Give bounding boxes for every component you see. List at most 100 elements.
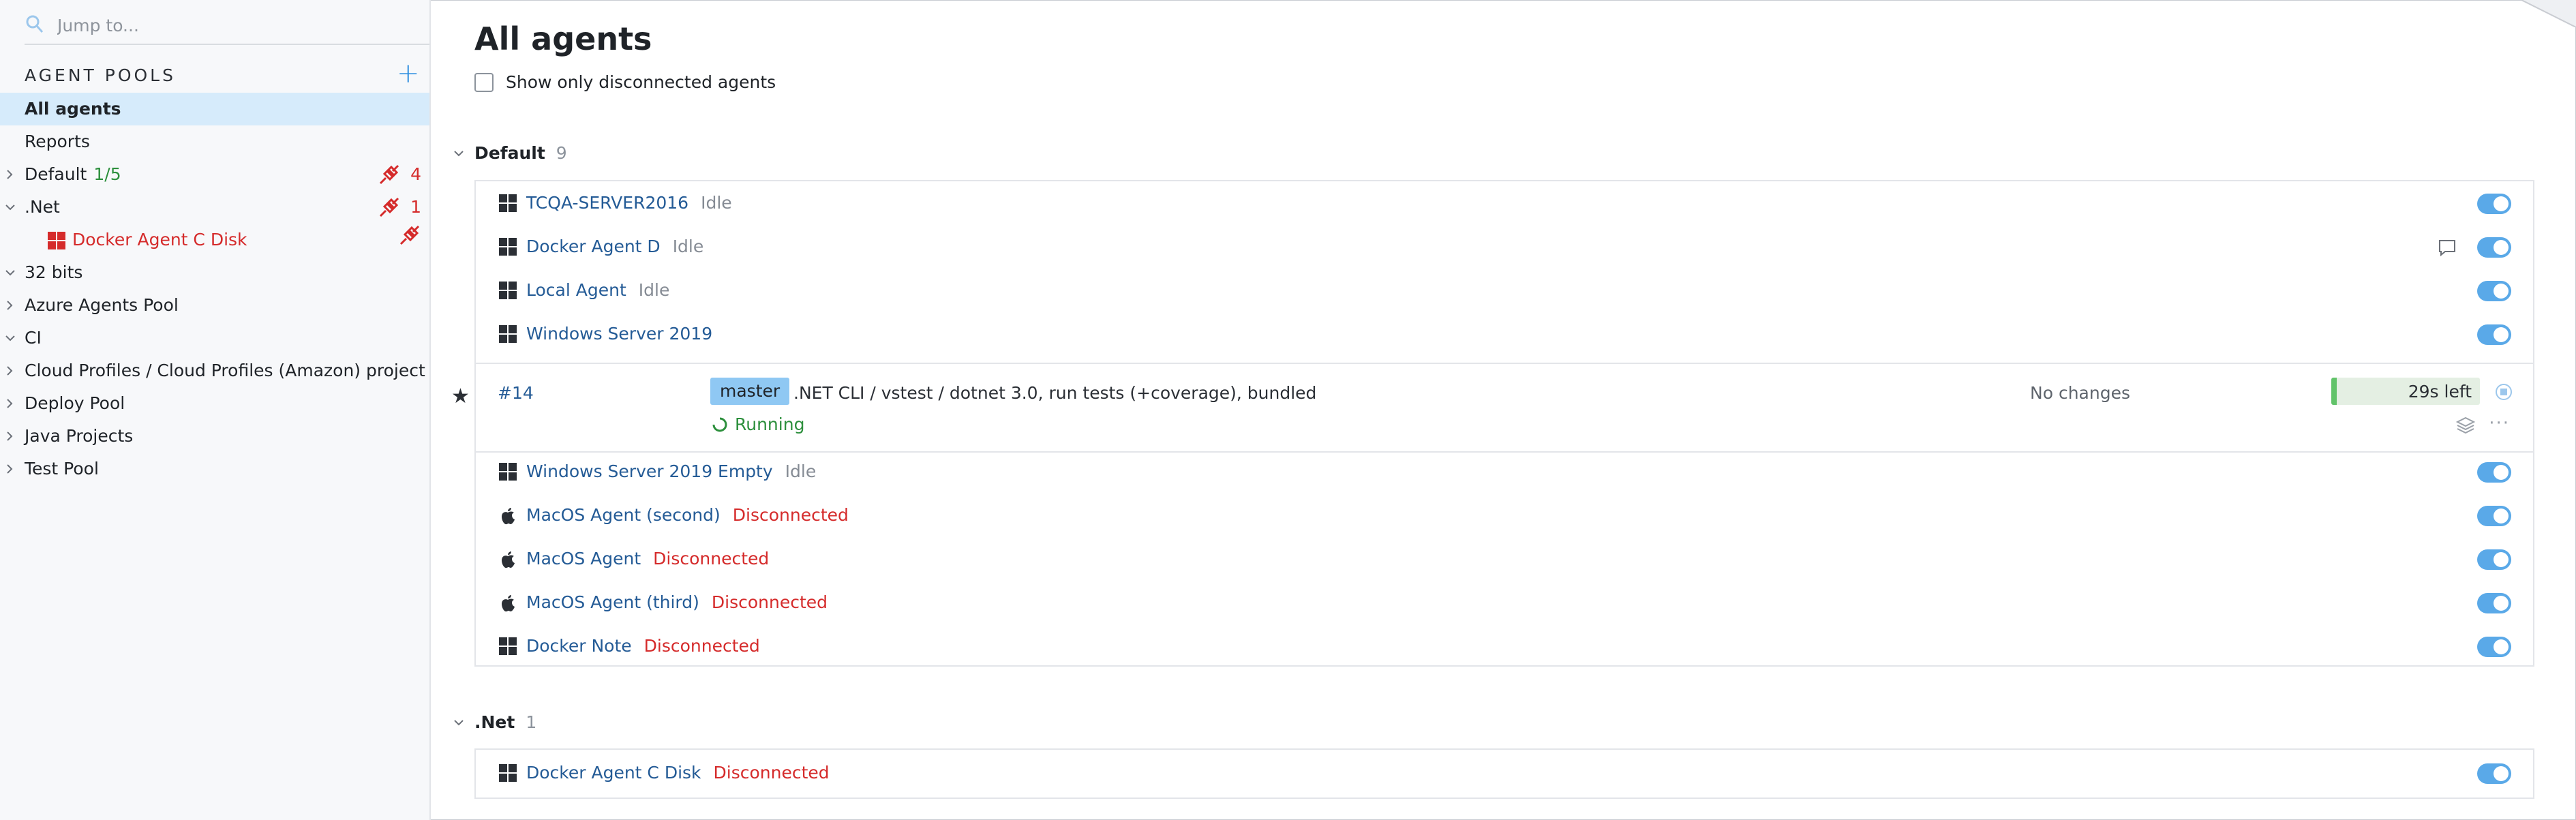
disconnected-filter[interactable]: Show only disconnected agents [474,72,776,92]
agent-status: Idle [701,193,732,213]
disconnected-count: 1 [410,197,421,217]
plug-disconnected-icon [380,197,399,217]
build-progress: 29s left [2331,378,2480,405]
star-icon[interactable]: ★ [451,384,470,408]
stop-build-icon[interactable] [2495,383,2513,401]
build-configuration-link[interactable]: .NET CLI / vstest / dotnet 3.0, run test… [793,383,1316,403]
sidebar-item-label: Deploy Pool [25,393,125,413]
chevron-right-icon[interactable] [4,420,16,453]
agent-name-link[interactable]: MacOS Agent [526,549,641,568]
disconnected-filter-checkbox[interactable] [474,72,494,92]
agent-status: Disconnected [653,549,770,568]
agent-row: MacOS Agent (third) Disconnected [476,581,2533,624]
agent-status: Disconnected [643,636,760,656]
connected-count: 1/5 [93,164,121,184]
build-status-text: Running [735,414,805,434]
agent-status: Idle [785,461,817,481]
layers-icon[interactable] [2455,416,2476,434]
windows-icon [499,194,517,212]
comment-icon[interactable] [2438,239,2457,256]
build-number-link[interactable]: #14 [498,383,534,403]
sidebar-item-test-pool[interactable]: Test Pool [0,453,429,485]
spinner-icon [712,417,727,431]
add-pool-button[interactable]: + [397,60,420,87]
sidebar-item-java-projects[interactable]: Java Projects [0,420,429,453]
agent-name-link[interactable]: Windows Server 2019 [526,324,712,344]
agent-enabled-toggle[interactable] [2477,593,2511,613]
chevron-down-icon[interactable] [4,191,16,224]
sidebar-item-label: All agents [25,99,121,119]
chevron-down-icon[interactable] [4,256,16,289]
apple-icon [502,551,515,568]
agent-name-link[interactable]: Docker Agent C Disk [526,763,701,783]
sidebar-item-label: CI [25,328,42,348]
section-header-default[interactable]: Default 9 [453,143,567,163]
sidebar-item-all-agents[interactable]: All agents [0,93,429,125]
agent-row: Docker Agent C Disk Disconnected [476,751,2533,795]
agent-row: Windows Server 2019 [476,312,2533,356]
chevron-down-icon[interactable] [453,147,465,160]
section-name: Default [474,143,545,163]
section-count: 1 [526,712,537,732]
corner-fold-icon [2521,0,2576,27]
page-title: All agents [474,20,652,57]
sidebar-item-cloud-profiles[interactable]: Cloud Profiles / Cloud Profiles (Amazon)… [0,354,429,387]
jump-to-input[interactable] [56,11,413,40]
sidebar-item-azure-agents-pool[interactable]: Azure Agents Pool [0,289,429,322]
agent-enabled-toggle[interactable] [2477,462,2511,483]
agent-enabled-toggle[interactable] [2477,194,2511,214]
sidebar-item-label: Java Projects [25,426,134,446]
disconnected-indicator: 1 [378,191,421,224]
sidebar-item-label: Reports [25,132,90,151]
section-header-dotnet[interactable]: .Net 1 [453,712,536,732]
agent-name-link[interactable]: Docker Note [526,636,632,656]
sidebar-item-32-bits[interactable]: 32 bits [0,256,429,289]
disconnected-indicator [398,224,421,247]
agent-name-link[interactable]: Local Agent [526,280,626,300]
agent-list-default: TCQA-SERVER2016 Idle Docker Agent D Idle L… [451,180,2534,667]
build-changes[interactable]: No changes [2030,383,2130,403]
chevron-right-icon[interactable] [4,158,16,191]
section-count: 9 [556,143,567,163]
sidebar-item-deploy-pool[interactable]: Deploy Pool [0,387,429,420]
agent-enabled-toggle[interactable] [2477,281,2511,301]
apple-icon [502,508,515,525]
chevron-right-icon[interactable] [4,453,16,485]
section-name: .Net [474,712,515,732]
windows-icon [499,282,517,299]
chevron-right-icon[interactable] [4,387,16,420]
agent-enabled-toggle[interactable] [2477,763,2511,784]
agent-row: MacOS Agent Disconnected [476,537,2533,581]
agent-name-link[interactable]: MacOS Agent (second) [526,505,721,525]
agent-row: MacOS Agent (second) Disconnected [476,493,2533,537]
sidebar-item-default[interactable]: Default 1/5 4 [0,158,429,191]
agent-name-link[interactable]: TCQA-SERVER2016 [526,193,688,213]
chevron-down-icon[interactable] [453,716,465,729]
chevron-down-icon[interactable] [4,322,16,354]
build-status: Running [712,414,804,434]
agent-name-link[interactable]: MacOS Agent (third) [526,592,699,612]
agent-enabled-toggle[interactable] [2477,324,2511,345]
agent-name-link[interactable]: Docker Agent D [526,237,661,256]
sidebar-item-label: Cloud Profiles / Cloud Profiles (Amazon)… [25,361,425,380]
sidebar-item-ci[interactable]: CI [0,322,429,354]
agent-enabled-toggle[interactable] [2477,549,2511,570]
windows-icon [48,232,65,249]
agent-status: Disconnected [713,763,830,783]
sidebar-item-label: Azure Agents Pool [25,295,179,315]
chevron-right-icon[interactable] [4,289,16,322]
apple-icon [502,595,515,612]
windows-icon [499,764,517,782]
agent-name-link[interactable]: Windows Server 2019 Empty [526,461,773,481]
sidebar-item-label: .Net [25,197,60,217]
chevron-right-icon[interactable] [4,354,16,387]
branch-badge[interactable]: master [710,378,790,405]
more-options-button[interactable]: ··· [2489,413,2510,434]
sidebar-item-docker-agent-c-disk[interactable]: Docker Agent C Disk [0,224,429,256]
agent-enabled-toggle[interactable] [2477,506,2511,526]
agent-enabled-toggle[interactable] [2477,637,2511,657]
sidebar-item-dotnet[interactable]: .Net 1 [0,191,429,224]
agent-enabled-toggle[interactable] [2477,237,2511,258]
sidebar: AGENT POOLS + All agents Reports Default… [0,0,431,820]
sidebar-item-reports[interactable]: Reports [0,125,429,158]
